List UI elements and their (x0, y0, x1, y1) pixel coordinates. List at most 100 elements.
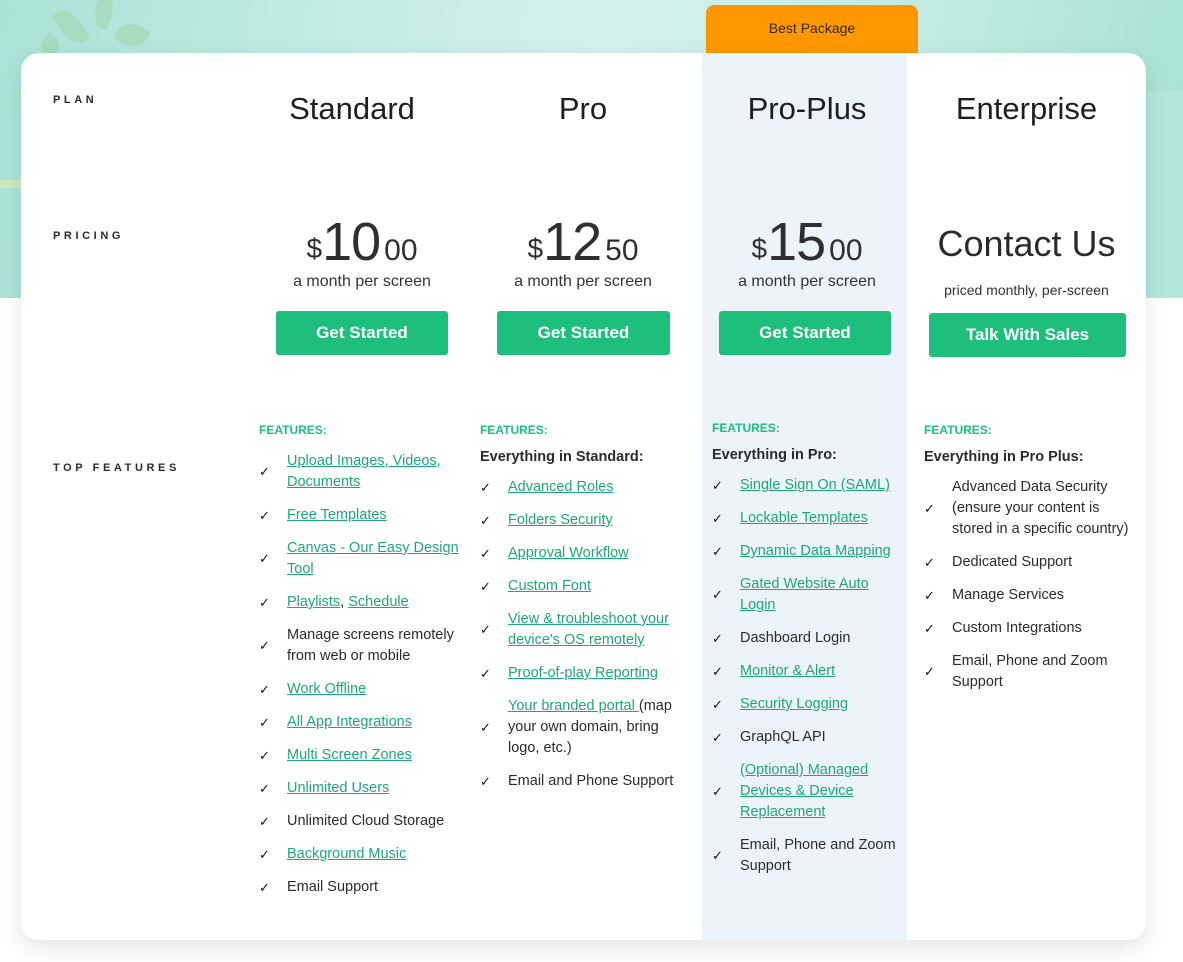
checkmark-icon: ✓ (480, 512, 491, 528)
checkmark-icon: ✓ (259, 507, 270, 523)
feature-item: ✓ Canvas - Our Easy Design Tool (259, 538, 465, 580)
get-started-button[interactable]: Get Started (719, 311, 891, 355)
checkmark-icon: ✓ (712, 848, 723, 863)
features-heading: FEATURES: (259, 423, 327, 437)
plan-price: $12 50 (480, 211, 686, 273)
feature-link[interactable]: Multi Screen Zones (287, 747, 412, 763)
feature-item: ✓ Email Support (259, 877, 465, 898)
feature-item: ✓ GraphQL API (712, 727, 902, 748)
feature-item: ✓ View & troubleshoot your device's OS re… (480, 609, 686, 651)
feature-item: ✓ Single Sign On (SAML) (712, 475, 902, 496)
feature-item: ✓ Security Logging (712, 694, 902, 715)
feature-link[interactable]: Upload Images, Videos, Documents (287, 453, 441, 490)
feature-link[interactable]: Work Offline (287, 681, 366, 697)
price-period: a month per screen (293, 273, 431, 290)
features-subheading: Everything in Standard: (480, 449, 644, 465)
feature-item: ✓ Playlists, Schedule (259, 592, 465, 613)
feature-label: Dedicated Support (952, 554, 1073, 570)
feature-item: ✓ Your branded portal (map your own domai… (480, 696, 686, 759)
feature-link[interactable]: Monitor & Alert (740, 663, 835, 679)
feature-link[interactable]: Unlimited Users (287, 780, 389, 796)
feature-link[interactable]: All App Integrations (287, 714, 412, 730)
feature-link[interactable]: Free Templates (287, 507, 387, 523)
checkmark-icon: ✓ (480, 479, 491, 495)
feature-link[interactable]: Security Logging (740, 696, 848, 712)
feature-item: ✓ Dedicated Support (924, 552, 1129, 573)
feature-item: ✓ Unlimited Users (259, 778, 465, 799)
feature-link[interactable]: Single Sign On (SAML) (740, 477, 890, 493)
checkmark-icon: ✓ (712, 783, 723, 799)
feature-item: ✓ Custom Font (480, 576, 686, 597)
features-heading: FEATURES: (480, 423, 548, 437)
feature-link[interactable]: (Optional) Managed Devices & Device Repl… (740, 762, 868, 820)
feature-link[interactable]: Approval Workflow (508, 545, 629, 561)
price-cents: 50 (605, 234, 639, 267)
feature-text: Free Templates (287, 505, 387, 526)
get-started-button[interactable]: Get Started (497, 311, 670, 355)
feature-text: Work Offline (287, 679, 366, 700)
plan-name: Standard (289, 91, 415, 126)
feature-link[interactable]: Folders Security (508, 512, 613, 528)
feature-item: ✓ Folders Security (480, 510, 686, 531)
row-label-top-features: TOP FEATURES (53, 462, 180, 474)
feature-text: Custom Font (508, 576, 591, 597)
feature-text: Unlimited Cloud Storage (287, 811, 444, 832)
feature-label: Email and Phone Support (508, 773, 674, 789)
feature-link[interactable]: Gated Website Auto Login (740, 576, 869, 613)
checkmark-icon: ✓ (712, 543, 723, 559)
checkmark-icon: ✓ (259, 813, 270, 829)
feature-text: Security Logging (740, 694, 848, 715)
checkmark-icon: ✓ (924, 554, 935, 570)
checkmark-icon: ✓ (712, 477, 723, 493)
feature-item: ✓ Background Music (259, 844, 465, 865)
leaf-decoration (113, 17, 151, 53)
feature-link[interactable]: Schedule (348, 594, 408, 610)
feature-text: Unlimited Users (287, 778, 389, 799)
feature-list: ✓ Upload Images, Videos, Documents ✓ Free T… (259, 451, 465, 898)
feature-text: Multi Screen Zones (287, 745, 412, 766)
feature-text: GraphQL API (740, 727, 826, 748)
plan-name: Pro-Plus (747, 91, 867, 126)
price-period: a month per screen (514, 273, 652, 290)
feature-text: Background Music (287, 844, 406, 865)
talk-with-sales-button[interactable]: Talk With Sales (929, 313, 1126, 357)
feature-text: Email, Phone and Zoom Support (952, 651, 1129, 693)
feature-link[interactable]: Advanced Roles (508, 479, 614, 495)
feature-label: Email Support (287, 879, 379, 895)
feature-link[interactable]: Playlists (287, 594, 340, 610)
feature-link[interactable]: Dynamic Data Mapping (740, 543, 891, 559)
feature-link[interactable]: Canvas - Our Easy Design Tool (287, 540, 459, 577)
row-label-pricing: PRICING (53, 230, 125, 242)
features-heading: FEATURES: (924, 423, 992, 437)
plan-column-enterprise: Enterprise Contact Us priced monthly, pe… (924, 53, 1129, 940)
feature-item: ✓ Email, Phone and Zoom Support (712, 835, 902, 877)
feature-text: Canvas - Our Easy Design Tool (287, 538, 465, 580)
checkmark-icon: ✓ (924, 620, 935, 636)
feature-item: ✓ Approval Workflow (480, 543, 686, 564)
checkmark-icon: ✓ (712, 729, 723, 745)
feature-label: Dashboard Login (740, 630, 851, 646)
get-started-button[interactable]: Get Started (276, 311, 448, 355)
price-currency: $ (527, 233, 544, 264)
checkmark-icon: ✓ (259, 879, 270, 895)
price-cents: 00 (829, 234, 863, 267)
feature-item: ✓ Multi Screen Zones (259, 745, 465, 766)
feature-link[interactable]: Proof-of-play Reporting (508, 665, 658, 681)
feature-item: ✓ Lockable Templates (712, 508, 902, 529)
feature-link[interactable]: Custom Font (508, 578, 591, 594)
price-main: 15 (767, 212, 826, 272)
feature-text: Monitor & Alert (740, 661, 835, 682)
feature-text: Upload Images, Videos, Documents (287, 451, 465, 493)
feature-link[interactable]: Your branded portal (508, 698, 639, 714)
checkmark-icon: ✓ (924, 664, 935, 679)
features-heading: FEATURES: (712, 421, 780, 435)
feature-link[interactable]: Lockable Templates (740, 510, 868, 526)
feature-item: ✓ Manage screens remotely from web or mob… (259, 625, 465, 667)
checkmark-icon: ✓ (480, 773, 491, 789)
feature-link[interactable]: Background Music (287, 846, 406, 862)
checkmark-icon: ✓ (480, 545, 491, 561)
feature-text: Advanced Roles (508, 477, 614, 498)
feature-text: Lockable Templates (740, 508, 868, 529)
feature-link[interactable]: View & troubleshoot your device's OS rem… (508, 611, 669, 648)
feature-text: Proof-of-play Reporting (508, 663, 658, 684)
